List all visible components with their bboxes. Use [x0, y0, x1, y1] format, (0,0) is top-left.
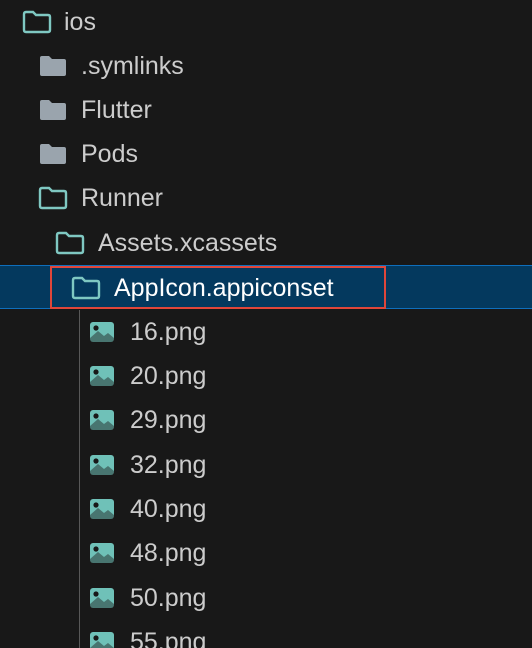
tree-item-label: .symlinks	[81, 52, 184, 80]
tree-item-label: 20.png	[130, 362, 207, 390]
file-explorer-tree: ios .symlinks Flutter Pods Runner Assets…	[0, 0, 532, 648]
tree-item-pods[interactable]: Pods	[0, 132, 532, 176]
image-file-icon	[89, 310, 115, 354]
tree-item-label: 40.png	[130, 495, 207, 523]
tree-item-file[interactable]: 16.png	[0, 310, 532, 354]
tree-item-label: AppIcon.appiconset	[114, 274, 334, 302]
folder-filled-icon	[38, 132, 68, 176]
tree-item-file[interactable]: 29.png	[0, 398, 532, 442]
tree-item-label: 55.png	[130, 628, 207, 648]
tree-item-assets-xcassets[interactable]: Assets.xcassets	[0, 221, 532, 265]
tree-item-label: Assets.xcassets	[98, 229, 278, 257]
image-file-icon	[89, 398, 115, 442]
tree-item-symlinks[interactable]: .symlinks	[0, 44, 532, 88]
tree-item-label: 48.png	[130, 539, 207, 567]
folder-open-outline-icon	[38, 176, 68, 220]
image-file-icon	[89, 354, 115, 398]
tree-item-label: Pods	[81, 140, 138, 168]
image-file-icon	[89, 576, 115, 620]
tree-item-file[interactable]: 32.png	[0, 443, 532, 487]
folder-open-outline-icon	[22, 0, 52, 44]
folder-filled-icon	[38, 44, 68, 88]
tree-item-label: 50.png	[130, 584, 207, 612]
tree-item-file[interactable]: 48.png	[0, 531, 532, 575]
image-file-icon	[89, 620, 115, 648]
tree-item-file[interactable]: 50.png	[0, 576, 532, 620]
tree-item-appicon-appiconset[interactable]: AppIcon.appiconset	[0, 265, 532, 309]
folder-open-outline-icon	[71, 266, 101, 310]
image-file-icon	[89, 531, 115, 575]
folder-open-outline-icon	[55, 221, 85, 265]
tree-item-label: 29.png	[130, 406, 207, 434]
tree-item-ios[interactable]: ios	[0, 0, 532, 44]
tree-item-label: Runner	[81, 184, 163, 212]
tree-item-label: 32.png	[130, 451, 207, 479]
tree-item-file[interactable]: 40.png	[0, 487, 532, 531]
tree-item-file[interactable]: 20.png	[0, 354, 532, 398]
image-file-icon	[89, 487, 115, 531]
folder-filled-icon	[38, 88, 68, 132]
tree-item-label: Flutter	[81, 96, 152, 124]
tree-item-runner[interactable]: Runner	[0, 176, 532, 220]
tree-item-file[interactable]: 55.png	[0, 620, 532, 648]
tree-item-flutter[interactable]: Flutter	[0, 88, 532, 132]
image-file-icon	[89, 443, 115, 487]
tree-item-label: ios	[64, 8, 96, 36]
tree-item-label: 16.png	[130, 318, 207, 346]
